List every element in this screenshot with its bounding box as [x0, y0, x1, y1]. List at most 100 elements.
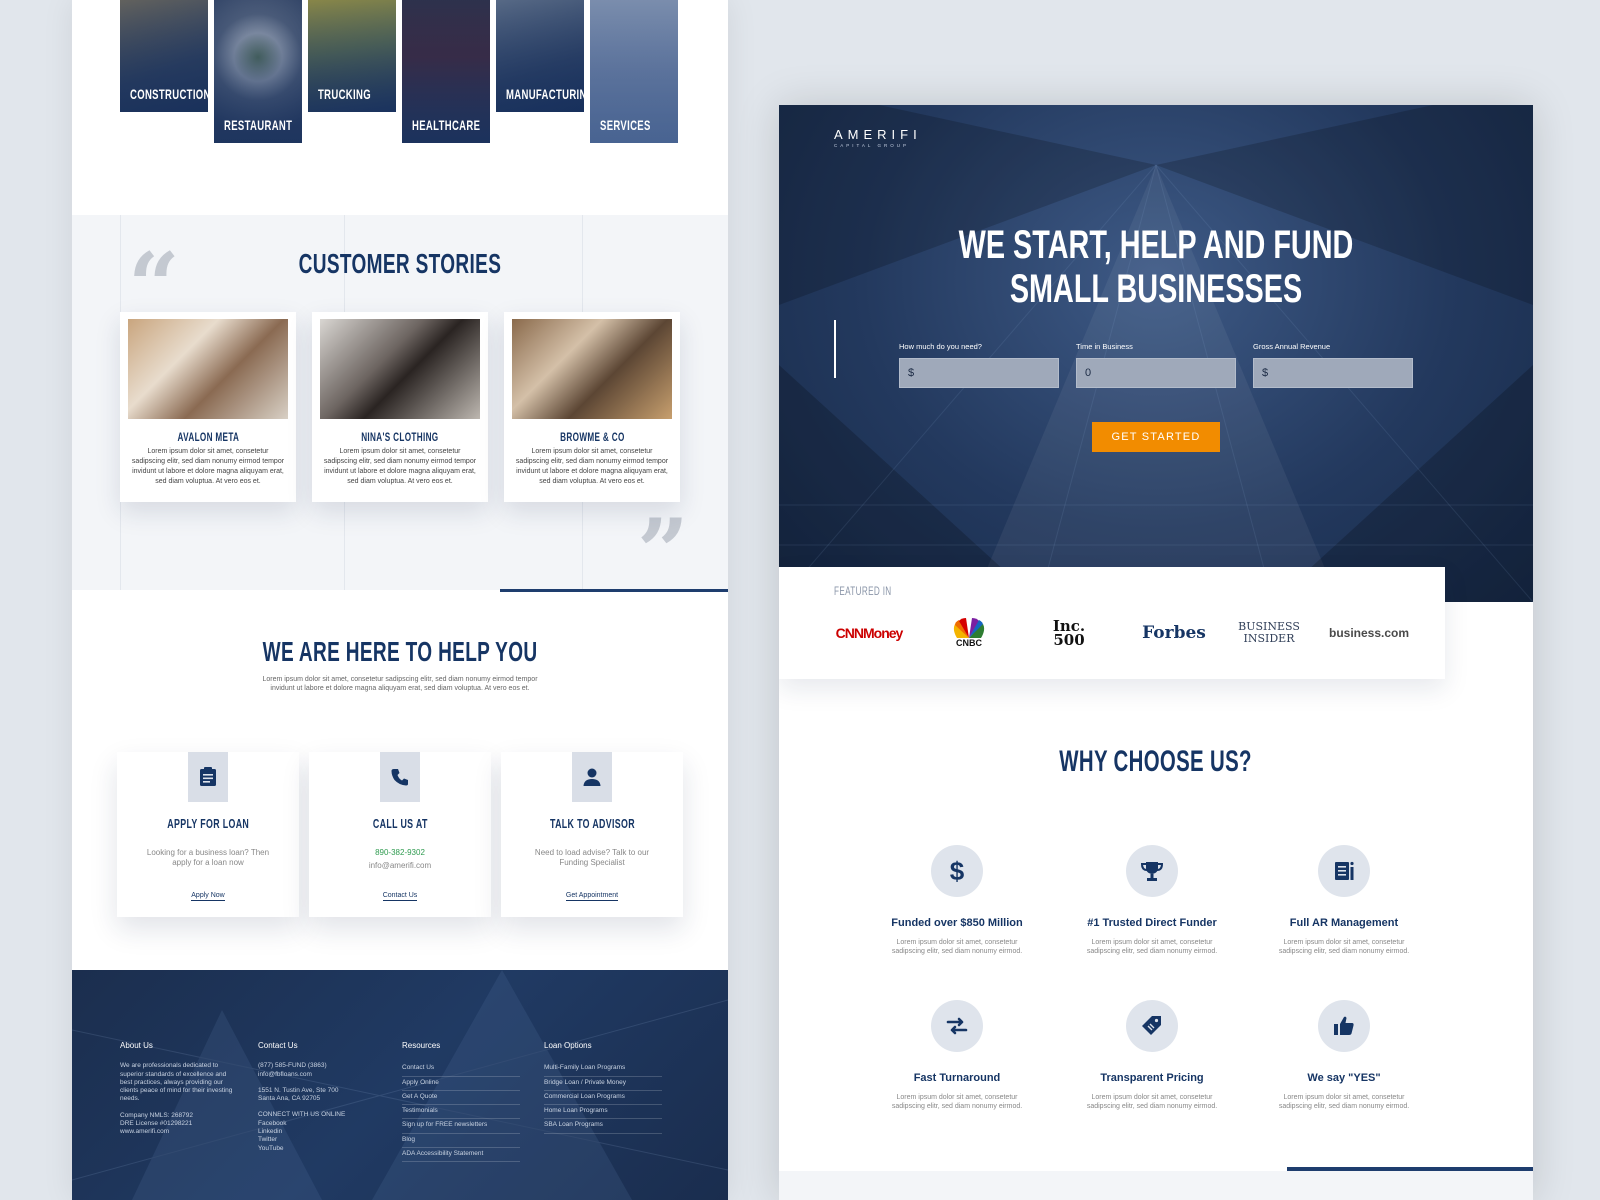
- story-text: Lorem ipsum dolor sit amet, consetetur s…: [131, 448, 285, 485]
- forbes-logo: Forbes: [1142, 623, 1206, 643]
- feature-title: Funded over $850 Million: [891, 917, 1023, 929]
- footer-link[interactable]: Home Loan Programs: [544, 1105, 662, 1120]
- story-photo: [512, 319, 672, 419]
- feature-title: #1 Trusted Direct Funder: [1087, 917, 1217, 929]
- footer-email[interactable]: info@fbfloans.com: [258, 1071, 378, 1079]
- address-line1: 1551 N. Tustin Ave, Ste 700: [258, 1086, 339, 1094]
- footer-link[interactable]: ADA Accessibility Statement: [402, 1148, 520, 1163]
- get-started-button[interactable]: GET STARTED: [1092, 422, 1220, 452]
- section-divider: [500, 589, 728, 592]
- industry-tile-construction[interactable]: CONSTRUCTION: [120, 0, 208, 112]
- feature-text: Lorem ipsum dolor sit amet, consetetur s…: [1278, 1094, 1410, 1110]
- feature-title: Full AR Management: [1289, 917, 1399, 929]
- feature-we-say-yes: We say "YES" Lorem ipsum dolor sit amet,…: [1269, 1000, 1419, 1111]
- industry-label: CONSTRUCTION: [130, 86, 208, 102]
- feature-title: We say "YES": [1307, 1072, 1381, 1084]
- field-label: Time in Business: [1076, 342, 1133, 351]
- feature-title: Fast Turnaround: [913, 1072, 1001, 1084]
- revenue-input[interactable]: $: [1253, 358, 1413, 388]
- industry-tile-restaurant[interactable]: RESTAURANT: [214, 0, 302, 143]
- footer-heading: Loan Options: [544, 1041, 592, 1050]
- footer-about: About Us We are professionals dedicated …: [120, 1041, 235, 1137]
- footer-phone[interactable]: (877) 585-FUND (3863): [258, 1062, 378, 1070]
- about-text: We are professionals dedicated to superi…: [120, 1062, 233, 1103]
- nmls-text: Company NMLS: 268792: [120, 1111, 193, 1119]
- feature-transparent-pricing: Transparent Pricing Lorem ipsum dolor si…: [1077, 1000, 1227, 1111]
- business-com-logo: business.com: [1328, 626, 1410, 640]
- card-description: Looking for a business loan? Then apply …: [146, 848, 270, 867]
- dre-text: DRE License #01298221: [120, 1120, 193, 1128]
- footer-link[interactable]: SBA Loan Programs: [544, 1119, 662, 1134]
- story-name: NINA'S CLOTHING: [361, 430, 439, 444]
- amount-field-group: How much do you need? $: [899, 342, 1059, 388]
- amount-input[interactable]: $: [899, 358, 1059, 388]
- talk-advisor-card[interactable]: TALK TO ADVISOR Need to load advise? Tal…: [501, 752, 683, 917]
- footer-heading: Contact Us: [258, 1041, 298, 1050]
- customer-stories-section: “ ” CUSTOMER STORIES AVALON META Lorem i…: [72, 215, 728, 597]
- featured-title: FEATURED IN: [834, 584, 892, 598]
- phone-number[interactable]: 890-382-9302: [329, 848, 471, 858]
- hero-title: WE START, HELP AND FUND SMALL BUSINESSES: [779, 223, 1533, 311]
- industry-tiles: CONSTRUCTION RESTAURANT TRUCKING HEALTHC…: [120, 0, 684, 145]
- linkedin-link[interactable]: Linkedin: [258, 1128, 378, 1136]
- feature-text: Lorem ipsum dolor sit amet, consetetur s…: [1086, 939, 1218, 955]
- logo-text: AMERIFI: [834, 127, 922, 142]
- feature-title: Transparent Pricing: [1100, 1072, 1204, 1084]
- feature-trusted: #1 Trusted Direct Funder Lorem ipsum dol…: [1077, 845, 1227, 956]
- footer-link[interactable]: Get A Quote: [402, 1091, 520, 1106]
- footer-link[interactable]: Multi-Family Loan Programs: [544, 1062, 662, 1077]
- industry-tile-trucking[interactable]: TRUCKING: [308, 0, 396, 112]
- get-appointment-link[interactable]: Get Appointment: [565, 892, 619, 901]
- right-page-mockup: AMERIFI CAPITAL GROUP WE START, HELP AND…: [779, 105, 1533, 1200]
- facebook-link[interactable]: Facebook: [258, 1120, 378, 1128]
- dollar-icon: $: [931, 845, 983, 897]
- field-label: How much do you need?: [899, 342, 982, 351]
- footer-heading: Resources: [402, 1041, 441, 1050]
- call-us-card[interactable]: CALL US AT 890-382-9302 info@amerifi.com…: [309, 752, 491, 917]
- footer-link[interactable]: Sign up for FREE newsletters: [402, 1119, 520, 1134]
- footer-link[interactable]: Contact Us: [402, 1062, 520, 1077]
- feature-funded: $ Funded over $850 Million Lorem ipsum d…: [882, 845, 1032, 956]
- footer-link[interactable]: Bridge Loan / Private Money: [544, 1077, 662, 1091]
- story-card[interactable]: AVALON META Lorem ipsum dolor sit amet, …: [120, 312, 296, 502]
- person-icon: [572, 752, 612, 802]
- inc500-logo: Inc. 500: [1052, 617, 1086, 649]
- tag-icon: [1126, 1000, 1178, 1052]
- youtube-link[interactable]: YouTube: [258, 1145, 378, 1153]
- story-text: Lorem ipsum dolor sit amet, consetetur s…: [323, 448, 477, 485]
- featured-in-bar: FEATURED IN CNNMoney CNBC Inc. 500 Forbe…: [779, 567, 1445, 679]
- amerifi-logo[interactable]: AMERIFI CAPITAL GROUP: [834, 127, 922, 148]
- email-address[interactable]: info@amerifi.com: [329, 861, 471, 871]
- story-card[interactable]: NINA'S CLOTHING Lorem ipsum dolor sit am…: [312, 312, 488, 502]
- website-link[interactable]: www.amerifi.com: [120, 1128, 235, 1136]
- footer-link[interactable]: Apply Online: [402, 1077, 520, 1091]
- close-quote-icon: ”: [637, 499, 689, 605]
- next-section-preview: [779, 1171, 1533, 1200]
- trophy-icon: [1126, 845, 1178, 897]
- contact-us-link[interactable]: Contact Us: [382, 892, 418, 901]
- hero-section: AMERIFI CAPITAL GROUP WE START, HELP AND…: [779, 105, 1533, 602]
- section-title: WE ARE HERE TO HELP YOU: [262, 636, 538, 667]
- industry-tile-services[interactable]: SERVICES: [590, 0, 678, 143]
- apply-loan-card[interactable]: APPLY FOR LOAN Looking for a business lo…: [117, 752, 299, 917]
- left-page-mockup: CONSTRUCTION RESTAURANT TRUCKING HEALTHC…: [72, 0, 728, 1200]
- story-card[interactable]: BROWME & CO Lorem ipsum dolor sit amet, …: [504, 312, 680, 502]
- apply-now-link[interactable]: Apply Now: [191, 892, 225, 901]
- footer-heading: About Us: [120, 1041, 153, 1050]
- footer-link[interactable]: Testimonials: [402, 1105, 520, 1120]
- footer-link[interactable]: Commercial Loan Programs: [544, 1091, 662, 1106]
- field-label: Gross Annual Revenue: [1253, 342, 1331, 351]
- story-text: Lorem ipsum dolor sit amet, consetetur s…: [515, 448, 669, 485]
- twitter-link[interactable]: Twitter: [258, 1136, 378, 1144]
- time-in-business-input[interactable]: 0: [1076, 358, 1236, 388]
- footer-loan-options: Loan Options Multi-Family Loan Programs …: [544, 1041, 662, 1134]
- logo-subtext: CAPITAL GROUP: [834, 143, 910, 148]
- feature-ar-management: Full AR Management Lorem ipsum dolor sit…: [1269, 845, 1419, 956]
- feature-text: Lorem ipsum dolor sit amet, consetetur s…: [1278, 939, 1410, 955]
- industry-label: SERVICES: [600, 117, 651, 133]
- industry-tile-manufacturing[interactable]: MANUFACTURING: [496, 0, 584, 112]
- hero-title-line1: WE START, HELP AND FUND: [958, 223, 1354, 267]
- industry-tile-healthcare[interactable]: HEALTHCARE: [402, 0, 490, 143]
- footer-link[interactable]: Blog: [402, 1134, 520, 1149]
- list-icon: [1318, 845, 1370, 897]
